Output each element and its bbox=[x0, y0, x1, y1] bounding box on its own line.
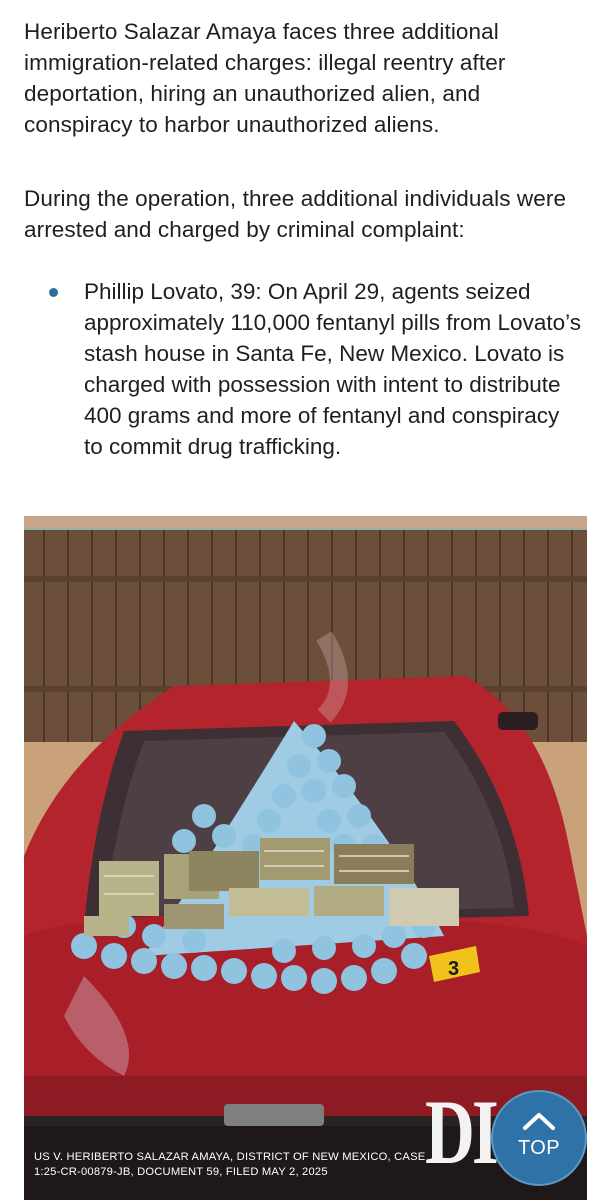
arrest-list: Phillip Lovato, 39: On April 29, agents … bbox=[0, 276, 611, 462]
bullet-icon bbox=[49, 288, 58, 297]
back-to-top-label: TOP bbox=[518, 1136, 560, 1159]
evidence-photo: 3 bbox=[24, 516, 587, 1200]
list-item: Phillip Lovato, 39: On April 29, agents … bbox=[0, 276, 611, 462]
paragraph-additional-arrests: During the operation, three additional i… bbox=[24, 186, 567, 242]
photo-caption: US V. HERIBERTO SALAZAR AMAYA, DISTRICT … bbox=[34, 1151, 426, 1178]
chevron-up-icon bbox=[523, 1112, 555, 1130]
back-to-top-button[interactable]: TOP bbox=[491, 1090, 587, 1186]
list-item-text: Phillip Lovato, 39: On April 29, agents … bbox=[84, 279, 581, 459]
evidence-marker-number: 3 bbox=[448, 958, 459, 980]
evidence-photo-illustration: 3 bbox=[24, 516, 587, 1200]
paragraph-immigration-charges: Heriberto Salazar Amaya faces three addi… bbox=[24, 19, 506, 137]
